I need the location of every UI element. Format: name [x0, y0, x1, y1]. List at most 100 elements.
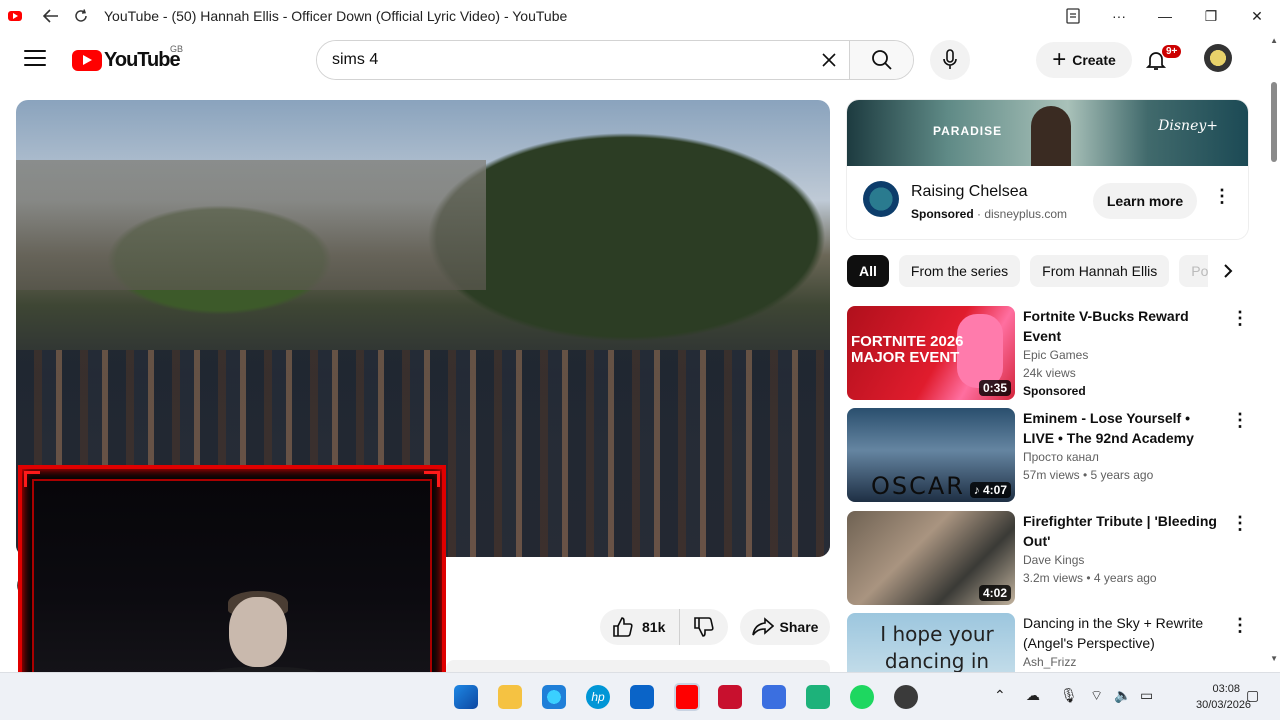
create-button[interactable]: + Create: [1036, 42, 1132, 78]
chip-from-hannah-ellis[interactable]: From Hannah Ellis: [1030, 255, 1170, 287]
video-info: Fortnite V-Bucks Reward Event Epic Games…: [1023, 306, 1223, 400]
ad-banner-image[interactable]: PARADISE Disney+: [847, 100, 1248, 166]
plus-icon: +: [1052, 46, 1067, 73]
video-thumbnail[interactable]: OSCAR ♪ 4:07: [847, 408, 1015, 502]
ad-more-options-icon[interactable]: ⋮: [1213, 186, 1231, 207]
video-title[interactable]: Fortnite V-Bucks Reward Event: [1023, 306, 1223, 346]
dislike-button[interactable]: [680, 616, 728, 638]
list-item[interactable]: 4:02 Firefighter Tribute | 'Bleeding Out…: [847, 511, 1249, 605]
search-icon: [871, 50, 892, 70]
video-thumbnail[interactable]: FORTNITE 2026 MAJOR EVENT 0:35: [847, 306, 1015, 400]
video-info: Firefighter Tribute | 'Bleeding Out' Dav…: [1023, 511, 1223, 587]
video-thumbnail[interactable]: 4:02: [847, 511, 1015, 605]
video-title[interactable]: Dancing in the Sky + Rewrite (Angel's Pe…: [1023, 613, 1223, 653]
frame-corner: [424, 471, 440, 487]
menu-icon[interactable]: [24, 50, 46, 68]
browser-window-title: YouTube - (50) Hannah Ellis - Officer Do…: [104, 8, 568, 24]
start-icon[interactable]: [454, 685, 478, 709]
country-code: GB: [170, 44, 184, 54]
cloud-icon[interactable]: ☁: [1026, 687, 1040, 704]
clock[interactable]: 03:08 30/03/2026: [1196, 681, 1251, 713]
youtube-logo[interactable]: YouTube: [72, 49, 181, 72]
avatar[interactable]: [1204, 44, 1232, 72]
learn-more-button[interactable]: Learn more: [1093, 183, 1197, 219]
wifi-icon[interactable]: ⌔: [1090, 687, 1103, 705]
reload-button[interactable]: [66, 1, 96, 31]
video-frame-building: [16, 160, 486, 290]
scroll-down-icon[interactable]: ▼: [1270, 654, 1278, 663]
more-options-icon[interactable]: ⋮: [1231, 513, 1249, 534]
page-scrollbar[interactable]: ▲ ▼: [1268, 32, 1280, 672]
search-input[interactable]: [317, 41, 809, 79]
notification-center-icon[interactable]: ▢: [1246, 687, 1259, 704]
youtube-app-icon: [8, 11, 22, 21]
share-button[interactable]: Share: [740, 609, 830, 645]
disney-plus-logo: Disney+: [1158, 118, 1218, 134]
ad-title: Raising Chelsea: [911, 183, 1028, 200]
logo-text: YouTube: [104, 49, 181, 71]
mcafee-icon[interactable]: [718, 685, 742, 709]
voice-search-button[interactable]: [930, 40, 970, 80]
video-title[interactable]: Firefighter Tribute | 'Bleeding Out': [1023, 511, 1223, 551]
app-view-icon[interactable]: [1050, 0, 1096, 32]
clear-search-icon[interactable]: [809, 41, 849, 79]
more-options-icon[interactable]: ⋮: [1231, 615, 1248, 636]
like-button[interactable]: 81k: [600, 609, 680, 645]
edge-icon[interactable]: [542, 685, 566, 709]
video-meta: 57m views • 5 years ago: [1023, 468, 1154, 482]
store-icon[interactable]: [762, 685, 786, 709]
video-title[interactable]: Eminem - Lose Yourself • LIVE • The 92nd…: [1023, 408, 1223, 448]
video-thumbnail[interactable]: I hope your dancing in the: [847, 613, 1015, 672]
like-dislike-group: 81k: [600, 609, 728, 645]
more-options-icon[interactable]: ⋮: [1231, 308, 1249, 329]
battery-icon[interactable]: ▭: [1140, 687, 1153, 704]
spotify-icon[interactable]: [850, 685, 874, 709]
ad-subtitle: Sponsored · disneyplus.com: [911, 207, 1068, 221]
restore-button[interactable]: ❐: [1188, 0, 1234, 32]
chevron-right-icon[interactable]: [1208, 255, 1248, 287]
ad-sponsored-label: Sponsored: [911, 207, 974, 221]
webcam-feed: [32, 479, 432, 707]
chip-from-the-series[interactable]: From the series: [898, 255, 1021, 287]
minimize-button[interactable]: —: [1142, 0, 1188, 32]
windows-taskbar: hp ⌃ ☁ 🎙 ⌔ 🔈 ▭ 03:08 30/03/2026 ▢: [0, 672, 1280, 720]
microphone-icon: [943, 49, 957, 69]
hp-icon[interactable]: hp: [586, 685, 610, 709]
file-explorer-icon[interactable]: [498, 685, 522, 709]
more-options-icon[interactable]: ···: [1096, 0, 1142, 32]
list-item[interactable]: OSCAR ♪ 4:07 Eminem - Lose Yourself • LI…: [847, 408, 1249, 502]
youtube-play-icon: [72, 50, 102, 71]
list-item[interactable]: FORTNITE 2026 MAJOR EVENT 0:35 Fortnite …: [847, 306, 1249, 400]
more-options-icon[interactable]: ⋮: [1231, 410, 1249, 431]
thumbs-up-icon: [613, 617, 633, 637]
share-icon: [751, 617, 774, 636]
obs-icon[interactable]: [894, 685, 918, 709]
chevron-up-icon[interactable]: ⌃: [994, 687, 1006, 704]
video-meta: 3.2m views • 4 years ago: [1023, 571, 1157, 585]
notification-badge: 9+: [1162, 45, 1182, 58]
volume-icon[interactable]: 🔈: [1114, 687, 1131, 704]
outlook-icon[interactable]: [630, 685, 654, 709]
youtube-taskbar-icon[interactable]: [674, 683, 700, 711]
clock-time: 03:08: [1212, 683, 1240, 695]
sponsored-badge: Sponsored: [1023, 384, 1086, 398]
scroll-up-icon[interactable]: ▲: [1270, 36, 1278, 45]
like-count: 81k: [642, 619, 666, 635]
close-window-button[interactable]: ✕: [1234, 0, 1280, 32]
sponsored-ad-card[interactable]: PARADISE Disney+ Raising Chelsea Sponsor…: [847, 100, 1248, 239]
back-button[interactable]: [36, 1, 66, 31]
frame-corner: [24, 471, 40, 487]
app-icon[interactable]: [806, 685, 830, 709]
channel-name[interactable]: Ash_Frizz: [1023, 653, 1223, 671]
ad-domain: disneyplus.com: [984, 207, 1068, 221]
ad-banner-person: [1031, 106, 1071, 166]
channel-name[interactable]: Epic Games: [1023, 346, 1223, 364]
channel-name[interactable]: Dave Kings: [1023, 551, 1223, 569]
webcam-person-face: [229, 597, 287, 667]
chip-all[interactable]: All: [847, 255, 889, 287]
microphone-tray-icon[interactable]: 🎙: [1060, 687, 1078, 704]
channel-name[interactable]: Просто канал: [1023, 448, 1223, 466]
scrollbar-thumb[interactable]: [1271, 82, 1277, 162]
list-item[interactable]: I hope your dancing in the Dancing in th…: [847, 613, 1248, 672]
search-button[interactable]: [849, 41, 913, 79]
